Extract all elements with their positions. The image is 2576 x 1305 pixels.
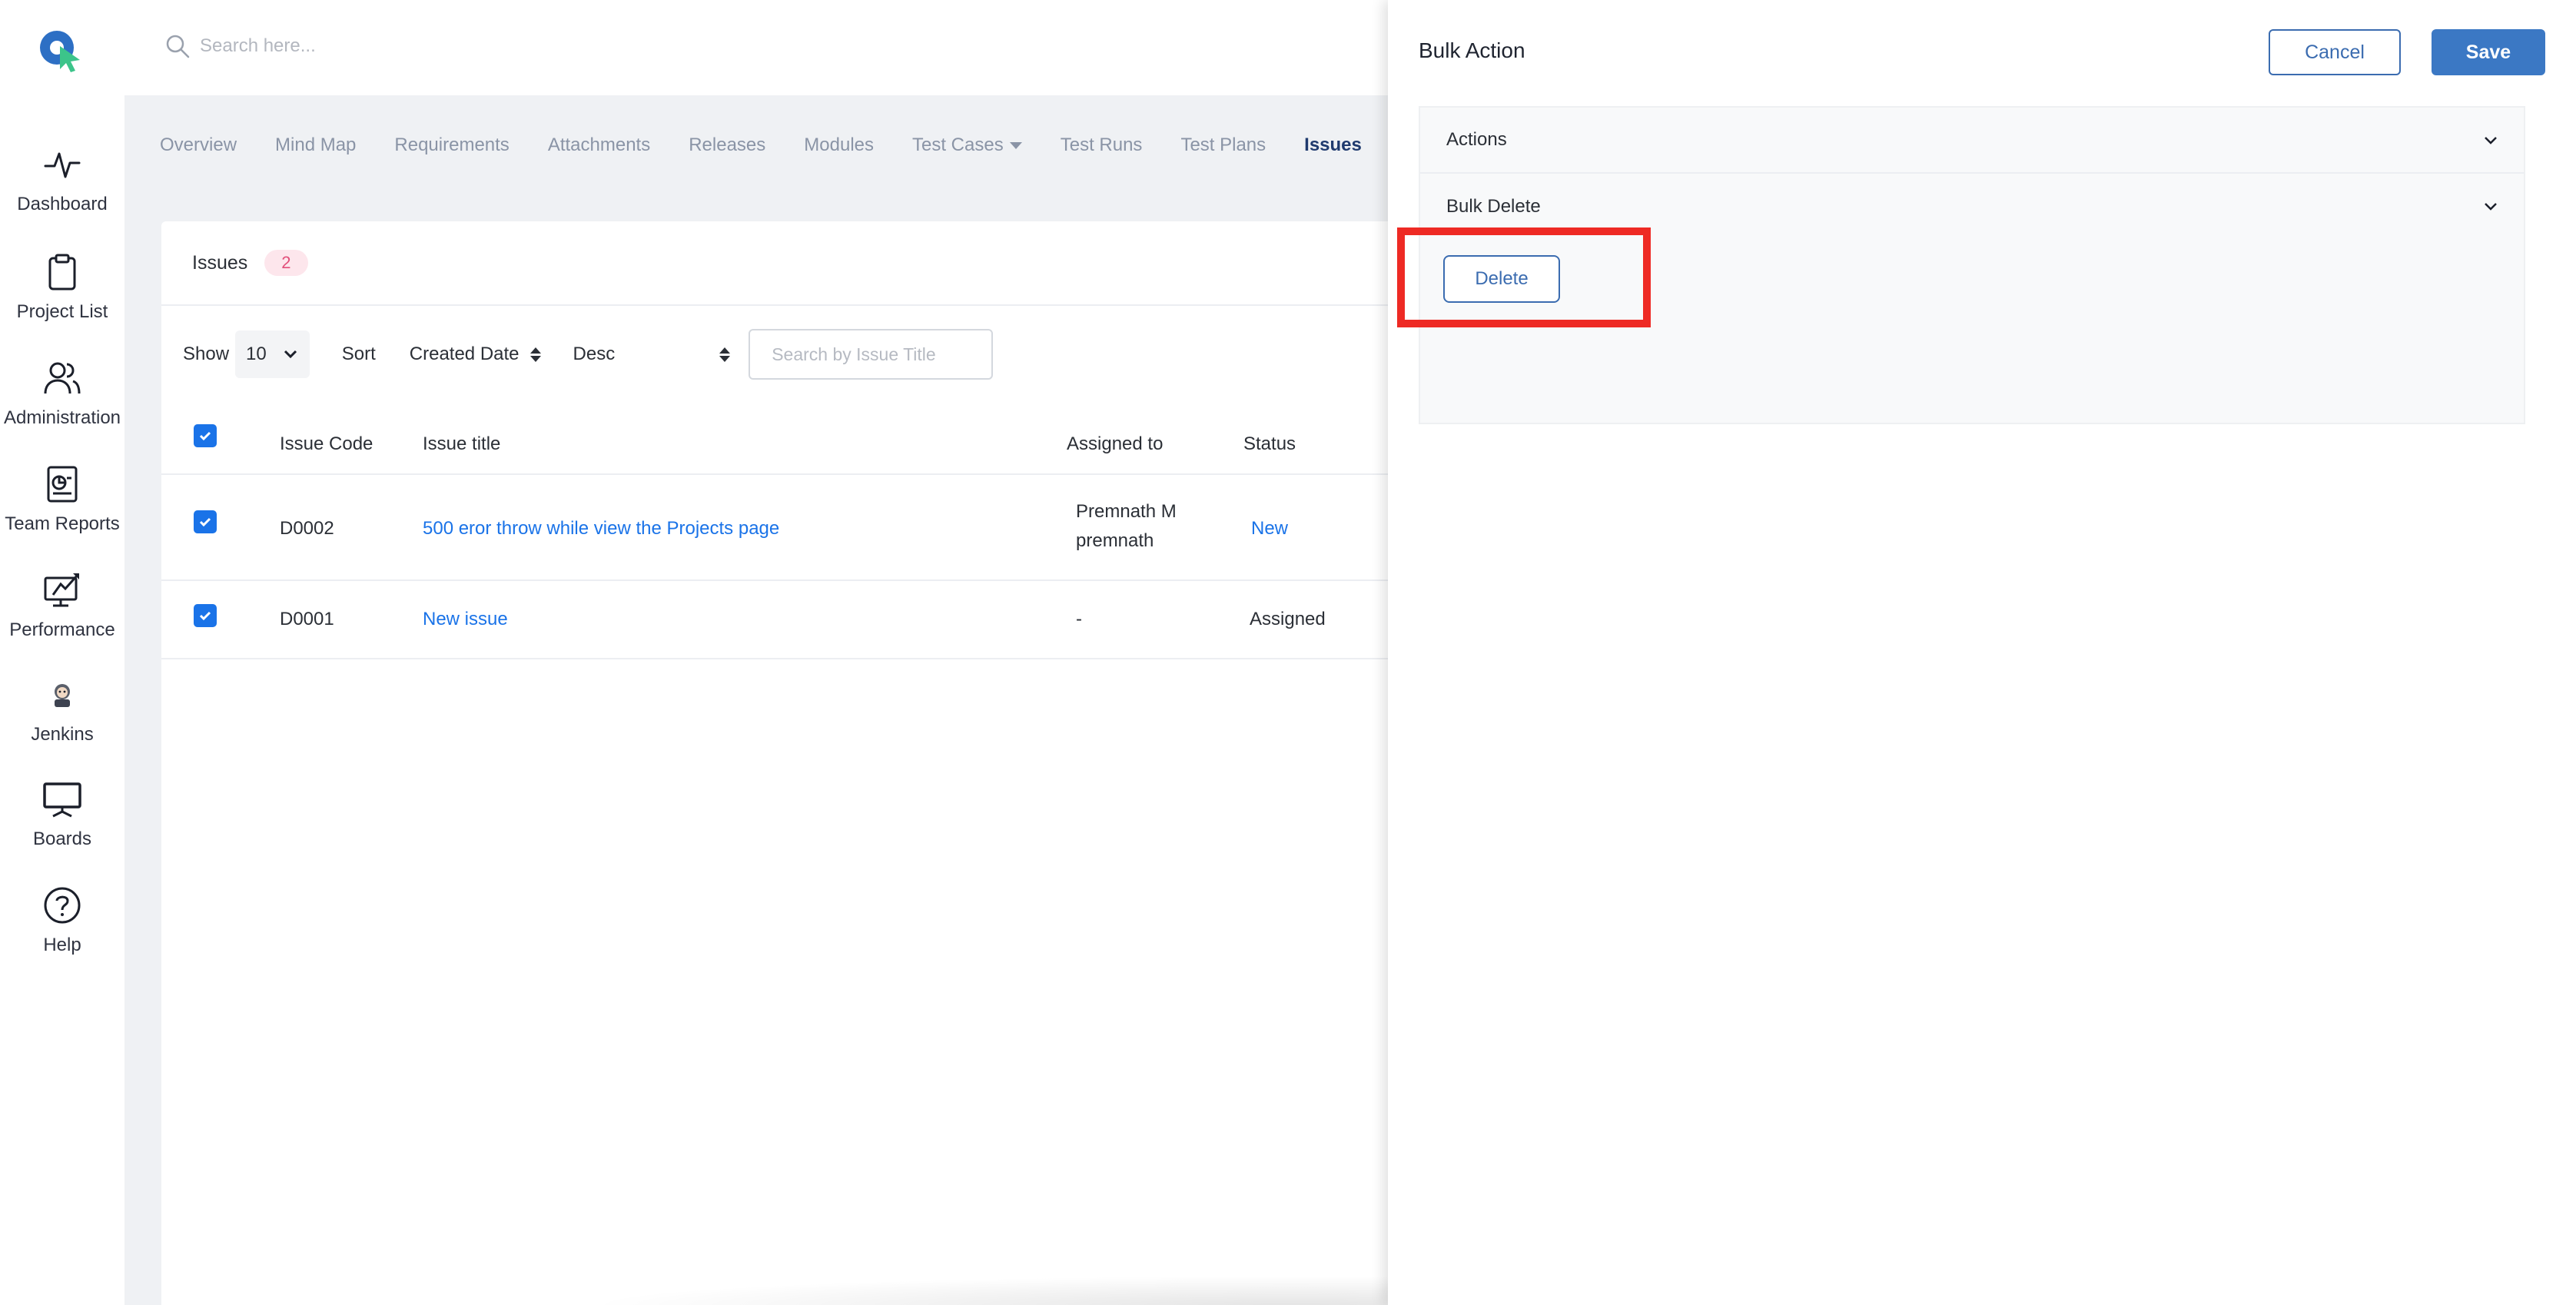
sidebar-item-performance[interactable]: Performance	[0, 569, 124, 661]
delete-button[interactable]: Delete	[1443, 255, 1560, 303]
accordion-bulk-delete[interactable]: Bulk Delete	[1420, 174, 2524, 240]
accordion-actions[interactable]: Actions	[1420, 108, 2524, 174]
sort-arrows-icon	[529, 347, 541, 362]
tab-test-plans[interactable]: Test Plans	[1180, 134, 1266, 156]
sidebar-item-administration[interactable]: Administration	[0, 357, 124, 449]
sort-order-value: Desc	[573, 344, 616, 364]
issues-table: Issue Code Issue title Assigned to Statu…	[161, 409, 1388, 659]
search-icon	[164, 33, 191, 59]
status-badge: Assigned	[1250, 609, 1326, 629]
sidebar-item-label: Boards	[32, 828, 92, 849]
bulk-action-accordion: Actions Bulk Delete	[1419, 106, 2525, 424]
topbar	[124, 0, 1468, 95]
project-tabs: Overview Mind Map Requirements Attachmen…	[160, 95, 1400, 195]
accordion-title: Actions	[1446, 129, 1507, 150]
board-icon	[41, 778, 84, 821]
sidebar-item-label: Project List	[16, 301, 108, 322]
tab-overview[interactable]: Overview	[160, 134, 237, 156]
chevron-down-icon	[284, 350, 297, 359]
tab-attachments[interactable]: Attachments	[548, 134, 650, 156]
tab-modules[interactable]: Modules	[804, 134, 874, 156]
sidebar-item-boards[interactable]: Boards	[0, 778, 124, 870]
sidebar-item-label: Help	[43, 935, 81, 955]
row-checkbox[interactable]	[194, 510, 217, 533]
table-header-row: Issue Code Issue title Assigned to Statu…	[161, 409, 1388, 475]
issue-title-search-input[interactable]	[749, 329, 994, 380]
jenkins-icon	[41, 673, 84, 716]
assignee-name: Premnath M	[1076, 501, 1177, 522]
status-badge[interactable]: New	[1251, 518, 1288, 540]
column-header-assigned-to: Assigned to	[1067, 433, 1164, 454]
select-all-checkbox[interactable]	[194, 424, 217, 447]
tab-releases[interactable]: Releases	[689, 134, 765, 156]
tab-issues[interactable]: Issues	[1304, 134, 1362, 156]
app-root: Dashboard Project List Administration Te…	[0, 0, 2576, 1305]
bulk-action-panel: Bulk Action Cancel Save Actions Bulk Del…	[1388, 0, 2576, 1305]
issue-code: D0001	[280, 609, 334, 629]
sidebar: Dashboard Project List Administration Te…	[0, 0, 124, 1305]
sidebar-item-label: Jenkins	[31, 724, 94, 745]
filter-row: Show 10 Sort Created Date Desc	[183, 329, 994, 380]
check-icon	[199, 517, 211, 527]
sidebar-item-dashboard[interactable]: Dashboard	[0, 143, 124, 235]
panel-title: Bulk Action	[1419, 38, 1525, 62]
sidebar-item-label: Team Reports	[5, 513, 120, 534]
column-header-issue-code: Issue Code	[280, 433, 373, 454]
assignee-username: premnath	[1076, 530, 1154, 551]
page-size-value: 10	[246, 344, 267, 364]
tab-requirements[interactable]: Requirements	[394, 134, 509, 156]
caret-down-icon	[1009, 141, 1022, 149]
sort-label: Sort	[341, 344, 376, 364]
clipboard-icon	[41, 251, 84, 294]
tab-test-runs[interactable]: Test Runs	[1061, 134, 1143, 156]
pulse-icon	[41, 143, 84, 186]
users-icon	[41, 357, 84, 400]
issues-card: Issues 2 Show 10 Sort Created Date Desc	[161, 221, 1388, 1305]
app-logo[interactable]	[37, 26, 83, 72]
performance-icon	[41, 569, 84, 612]
search-input[interactable]	[200, 35, 599, 57]
show-label: Show	[183, 344, 230, 364]
sort-order-select[interactable]: Desc	[573, 344, 731, 365]
row-checkbox[interactable]	[194, 604, 217, 627]
column-header-issue-title: Issue title	[423, 433, 501, 454]
assignee-name: -	[1076, 609, 1082, 629]
sidebar-item-label: Dashboard	[17, 194, 108, 214]
table-row: D0002 500 eror throw while view the Proj…	[161, 475, 1388, 581]
sidebar-item-project-list[interactable]: Project List	[0, 251, 124, 343]
issue-code: D0002	[280, 518, 334, 539]
sidebar-item-label: Performance	[9, 619, 115, 640]
main-content: Overview Mind Map Requirements Attachmen…	[124, 95, 1388, 1305]
tab-label: Test Cases	[912, 134, 1004, 155]
issues-title: Issues	[192, 251, 248, 274]
issue-title-link[interactable]: 500 eror throw while view the Projects p…	[423, 518, 779, 540]
table-row: D0001 New issue - Assigned	[161, 581, 1388, 659]
accordion-title: Bulk Delete	[1446, 196, 1541, 217]
global-search	[164, 29, 626, 63]
sidebar-item-label: Administration	[3, 407, 121, 428]
check-icon	[199, 611, 211, 621]
sort-field-value: Created Date	[409, 344, 520, 364]
save-button[interactable]: Save	[2432, 29, 2545, 75]
sort-arrows-icon	[719, 347, 731, 362]
cancel-button[interactable]: Cancel	[2269, 29, 2401, 75]
chevron-down-icon	[2485, 137, 2497, 144]
report-icon	[41, 463, 84, 506]
chevron-down-icon	[2485, 203, 2497, 211]
sidebar-item-help[interactable]: Help	[0, 884, 124, 976]
issues-count-badge: 2	[264, 250, 308, 276]
sort-field-select[interactable]: Created Date	[410, 344, 541, 365]
issues-header: Issues 2	[161, 221, 1388, 306]
tab-mind-map[interactable]: Mind Map	[275, 134, 356, 156]
page-size-select[interactable]: 10	[235, 330, 310, 378]
sidebar-item-team-reports[interactable]: Team Reports	[0, 463, 124, 555]
tab-test-cases[interactable]: Test Cases	[912, 134, 1022, 156]
issue-title-link[interactable]: New issue	[423, 609, 508, 630]
check-icon	[199, 431, 211, 441]
help-icon	[41, 884, 84, 927]
column-header-status: Status	[1243, 433, 1296, 454]
sidebar-item-jenkins[interactable]: Jenkins	[0, 673, 124, 765]
